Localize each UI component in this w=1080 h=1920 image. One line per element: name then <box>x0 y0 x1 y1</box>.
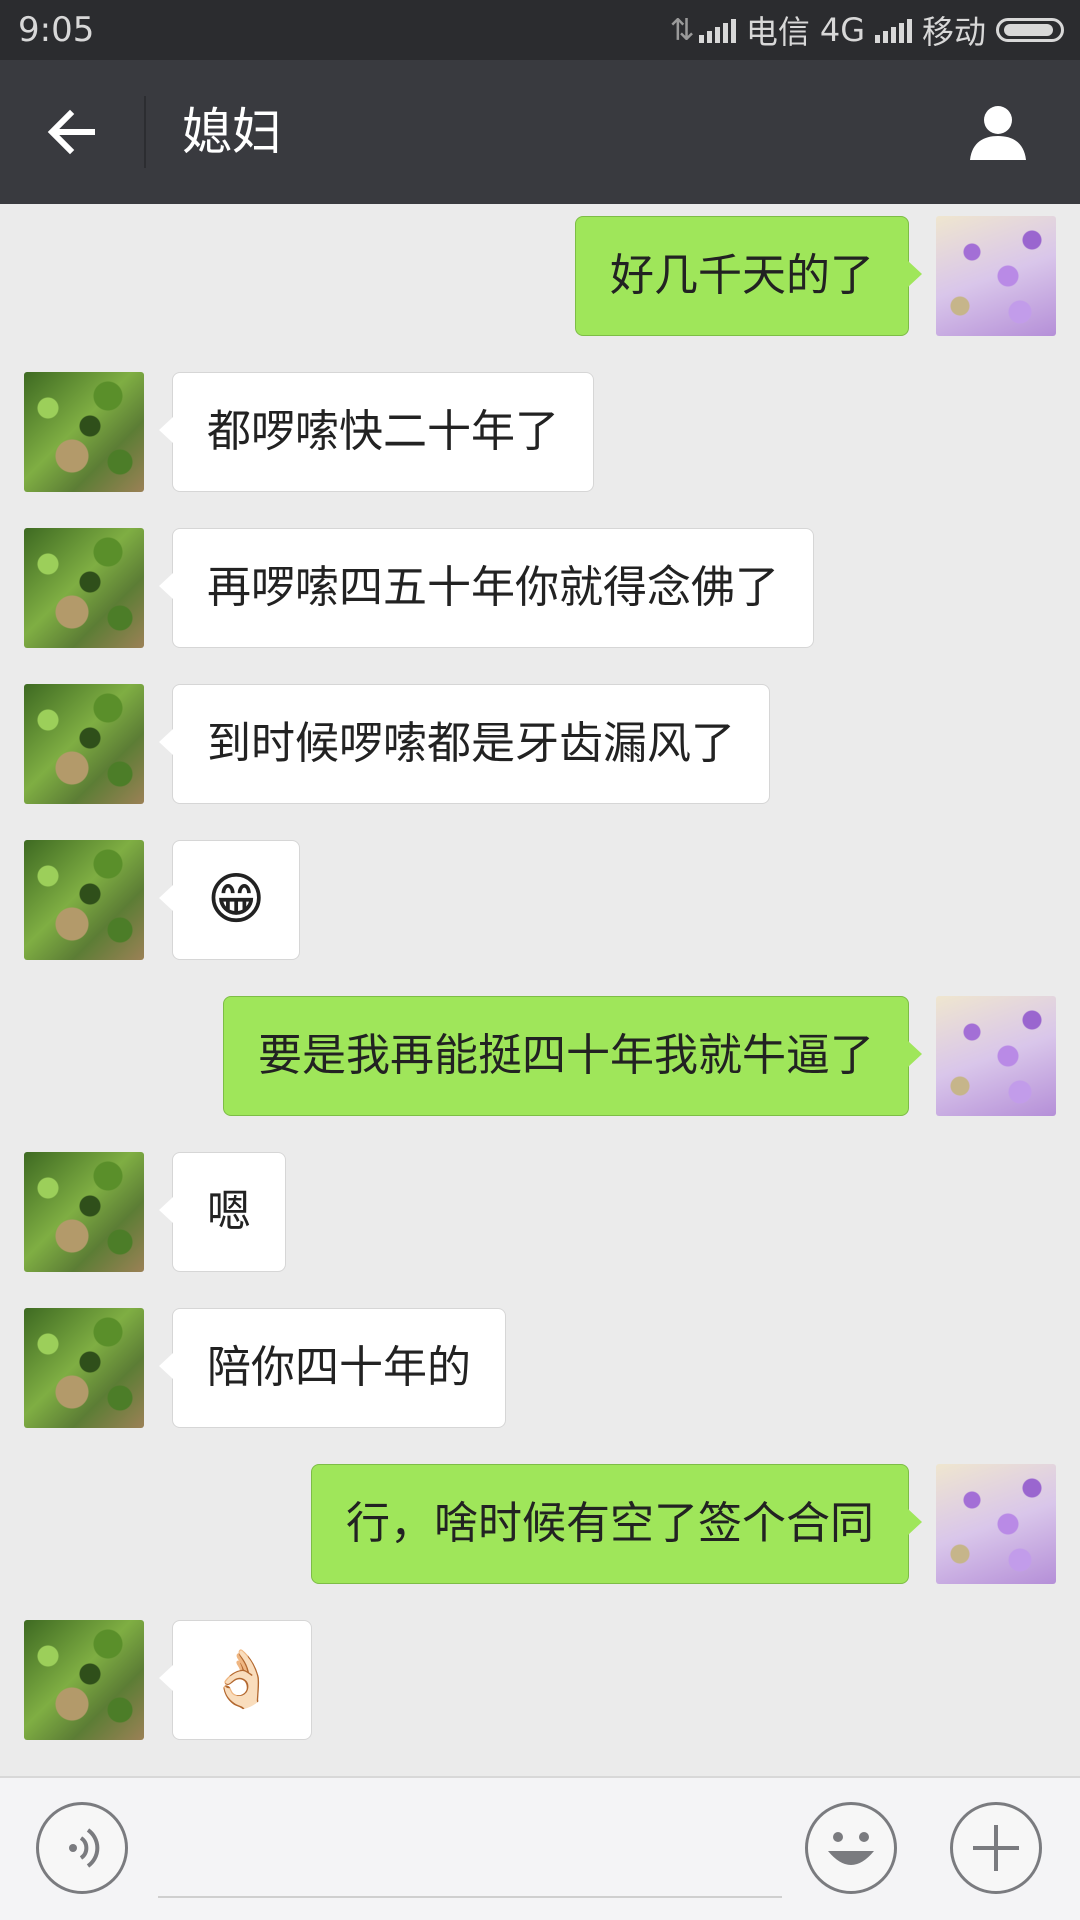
person-icon[interactable] <box>966 100 1030 164</box>
carrier-1: 电信 <box>745 13 810 51</box>
emoji-message-ok-hand[interactable]: 👌🏻 <box>159 1620 312 1740</box>
chat-header: 媳妇 <box>0 60 1080 204</box>
input-bar <box>0 1776 1080 1920</box>
back-arrow-icon[interactable] <box>40 100 104 164</box>
my-avatar[interactable] <box>936 216 1056 336</box>
message-list[interactable]: 好几千天的了 都啰嗦快二十年了 再啰嗦四五十年你就得念佛了 到时候啰嗦都是牙齿漏… <box>0 204 1080 1776</box>
header-divider <box>144 96 146 168</box>
message-bubble-received[interactable]: 陪你四十年的 <box>159 1308 506 1428</box>
voice-icon <box>69 1828 100 1868</box>
message-bubble-sent[interactable]: 要是我再能挺四十年我就牛逼了 <box>223 996 922 1116</box>
message-input[interactable] <box>158 1808 782 1898</box>
emoji-message-grin[interactable]: 😁 <box>158 840 301 960</box>
contact-avatar[interactable] <box>24 684 144 804</box>
message-bubble-sent[interactable]: 好几千天的了 <box>575 216 922 336</box>
emoji-button[interactable] <box>805 1802 897 1894</box>
message-bubble-received[interactable]: 都啰嗦快二十年了 <box>159 372 594 492</box>
contact-avatar[interactable] <box>24 840 144 960</box>
message-bubble-sent[interactable]: 行，啥时候有空了签个合同 <box>311 1464 922 1584</box>
voice-button[interactable] <box>36 1802 128 1894</box>
more-button[interactable] <box>950 1802 1042 1894</box>
contact-avatar[interactable] <box>24 1620 144 1740</box>
signal-icon-2 <box>874 17 912 43</box>
contact-avatar[interactable] <box>24 1152 144 1272</box>
contact-avatar[interactable] <box>24 1308 144 1428</box>
network-type: 4G <box>819 11 865 49</box>
message-bubble-received[interactable]: 再啰嗦四五十年你就得念佛了 <box>159 528 814 648</box>
smiley-icon <box>828 1832 874 1865</box>
data-activity-icon: ⇅ <box>669 12 695 48</box>
contact-avatar[interactable] <box>24 372 144 492</box>
status-time: 9:05 <box>18 10 95 50</box>
status-bar: 9:05 ⇅ 电信 4G 移动 <box>0 0 1080 60</box>
plus-icon <box>973 1825 1019 1871</box>
my-avatar[interactable] <box>936 996 1056 1116</box>
message-bubble-received[interactable]: 到时候啰嗦都是牙齿漏风了 <box>159 684 770 804</box>
chat-title: 媳妇 <box>182 103 282 161</box>
contact-avatar[interactable] <box>24 528 144 648</box>
carrier-2: 移动 <box>921 13 986 51</box>
status-indicators: ⇅ 电信 4G 移动 <box>670 8 1064 52</box>
my-avatar[interactable] <box>936 1464 1056 1584</box>
signal-icon <box>698 17 736 43</box>
message-bubble-received[interactable]: 嗯 <box>159 1152 286 1272</box>
battery-icon <box>996 18 1064 42</box>
